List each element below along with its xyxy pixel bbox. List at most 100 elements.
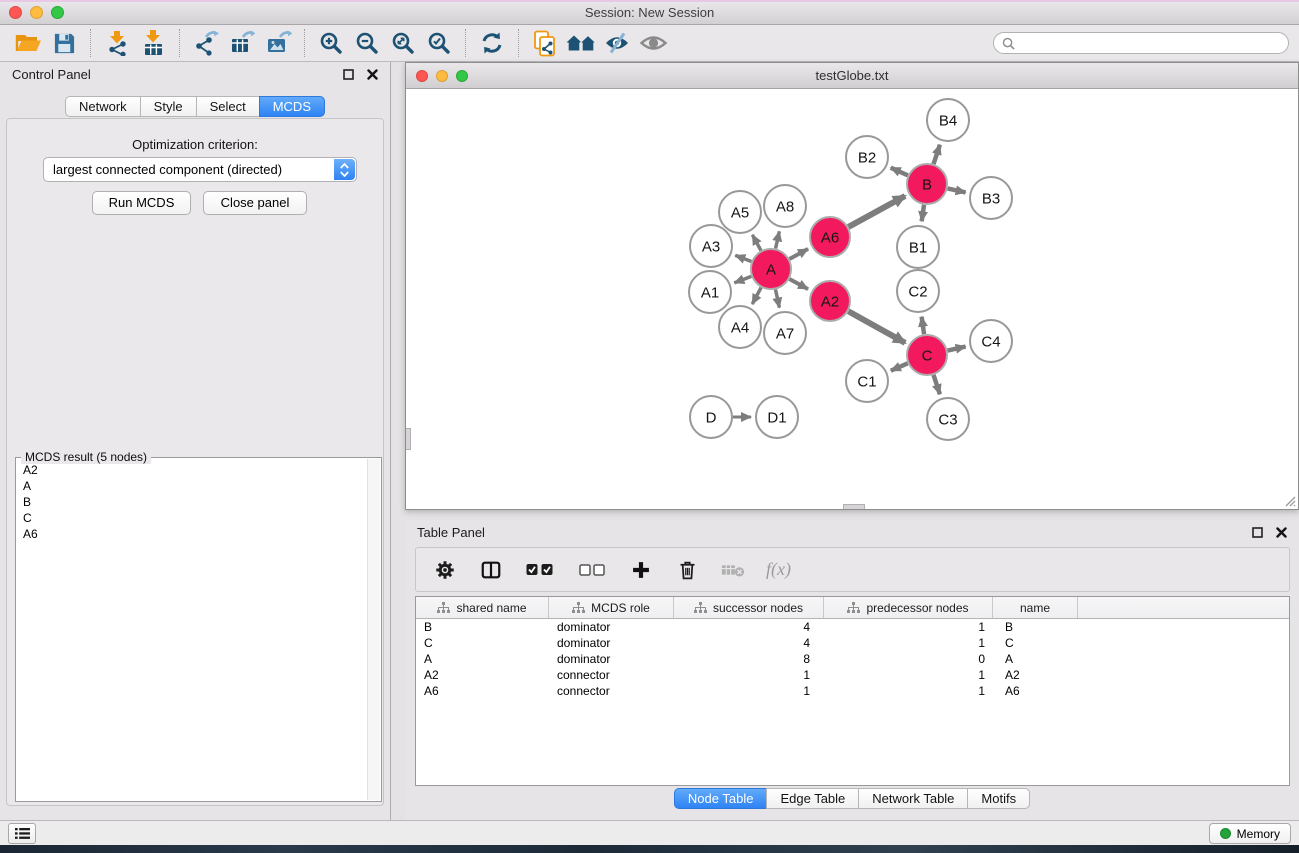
function-builder-button[interactable]: f(x) (766, 559, 791, 580)
graph-node-A4[interactable]: A4 (719, 306, 761, 348)
graph-edge-B-B1[interactable] (922, 205, 924, 221)
graph-edge-C-C2[interactable] (922, 317, 924, 334)
mcds-result-item[interactable]: B (17, 494, 366, 510)
close-panel-icon[interactable] (1276, 527, 1287, 538)
zoom-out-button[interactable] (349, 27, 385, 59)
zoom-in-button[interactable] (313, 27, 349, 59)
network-canvas[interactable]: B4B2BB3A8A5A6B1A3AA1C2A2A4A7C4CC1C3DD1 (406, 89, 1298, 509)
zoom-window-button[interactable] (51, 6, 64, 19)
split-panel-button[interactable] (478, 557, 504, 583)
duplicate-network-button[interactable] (527, 27, 563, 59)
minimize-window-button[interactable] (30, 6, 43, 19)
graph-node-B2[interactable]: B2 (846, 136, 888, 178)
graph-node-D[interactable]: D (690, 396, 732, 438)
table-row[interactable]: A2connector11A2 (416, 667, 1289, 683)
save-session-button[interactable] (46, 27, 82, 59)
criterion-select[interactable]: largest connected component (directed) (43, 157, 357, 182)
network-close-button[interactable] (416, 70, 428, 82)
graph-node-C2[interactable]: C2 (897, 270, 939, 312)
graph-edge-A-A7[interactable] (775, 290, 779, 308)
column-header-predecessor-nodes[interactable]: predecessor nodes (824, 597, 993, 618)
table-settings-button[interactable] (432, 557, 458, 583)
hide-selected-button[interactable] (599, 27, 635, 59)
graph-node-A5[interactable]: A5 (719, 191, 761, 233)
import-network-button[interactable] (99, 27, 135, 59)
graph-edge-A-A5[interactable] (752, 235, 761, 251)
graph-node-B1[interactable]: B1 (897, 226, 939, 268)
tab-network[interactable]: Network (65, 96, 141, 117)
delete-column-button[interactable] (674, 557, 700, 583)
import-table-button[interactable] (135, 27, 171, 59)
graph-node-C[interactable]: C (907, 335, 947, 375)
graph-edge-A6-B[interactable] (848, 196, 905, 227)
graph-node-A1[interactable]: A1 (689, 271, 731, 313)
graph-edge-A-A2[interactable] (789, 279, 808, 289)
search-input[interactable] (1015, 35, 1280, 51)
tab-mcds[interactable]: MCDS (259, 96, 325, 117)
task-history-button[interactable] (8, 823, 36, 844)
table-row[interactable]: Adominator80A (416, 651, 1289, 667)
tab-motifs[interactable]: Motifs (967, 788, 1030, 809)
column-header-successor-nodes[interactable]: successor nodes (674, 597, 824, 618)
delete-table-button[interactable] (720, 557, 746, 583)
graph-edge-A-A4[interactable] (752, 288, 761, 305)
table-row[interactable]: Bdominator41B (416, 619, 1289, 635)
graph-node-C4[interactable]: C4 (970, 320, 1012, 362)
float-panel-icon[interactable] (343, 69, 354, 80)
graph-node-C3[interactable]: C3 (927, 398, 969, 440)
graph-node-B3[interactable]: B3 (970, 177, 1012, 219)
close-window-button[interactable] (9, 6, 22, 19)
graph-edge-C-C4[interactable] (948, 347, 966, 351)
column-header-mcds-role[interactable]: MCDS role (549, 597, 674, 618)
open-session-button[interactable] (10, 27, 46, 59)
tab-network-table[interactable]: Network Table (858, 788, 968, 809)
graph-node-A[interactable]: A (751, 249, 791, 289)
column-header-shared-name[interactable]: shared name (416, 597, 549, 618)
zoom-fit-button[interactable] (385, 27, 421, 59)
graph-edge-B-B2[interactable] (891, 168, 908, 176)
graph-node-A6[interactable]: A6 (810, 217, 850, 257)
tab-select[interactable]: Select (196, 96, 260, 117)
network-window-titlebar[interactable]: testGlobe.txt (406, 63, 1298, 89)
west-splitter-handle[interactable] (406, 428, 411, 450)
tab-edge-table[interactable]: Edge Table (766, 788, 859, 809)
memory-button[interactable]: Memory (1209, 823, 1291, 844)
graph-edge-A-A1[interactable] (734, 276, 751, 282)
graph-node-D1[interactable]: D1 (756, 396, 798, 438)
mcds-result-item[interactable]: C (17, 510, 366, 526)
mcds-result-item[interactable]: A (17, 478, 366, 494)
graph-node-A3[interactable]: A3 (690, 225, 732, 267)
resize-grip-icon[interactable] (1282, 493, 1296, 507)
graph-edge-A-A3[interactable] (735, 255, 751, 261)
tab-node-table[interactable]: Node Table (674, 788, 768, 809)
graph-node-B[interactable]: B (907, 164, 947, 204)
zoom-selected-button[interactable] (421, 27, 457, 59)
float-panel-icon[interactable] (1252, 527, 1263, 538)
show-all-button[interactable] (635, 27, 671, 59)
graph-edge-C-C1[interactable] (891, 363, 908, 370)
graph-node-B4[interactable]: B4 (927, 99, 969, 141)
search-field[interactable] (993, 32, 1289, 54)
apply-layout-button[interactable] (563, 27, 599, 59)
export-network-button[interactable] (188, 27, 224, 59)
graph-node-A2[interactable]: A2 (810, 281, 850, 321)
tab-style[interactable]: Style (140, 96, 197, 117)
close-panel-icon[interactable] (367, 69, 378, 80)
south-splitter-handle[interactable] (843, 504, 865, 509)
graph-edge-A2-C[interactable] (848, 311, 905, 343)
graph-edge-B-B4[interactable] (934, 145, 940, 164)
select-all-button[interactable] (524, 557, 556, 583)
graph-edge-B-B3[interactable] (948, 188, 966, 192)
graph-node-C1[interactable]: C1 (846, 360, 888, 402)
refresh-button[interactable] (474, 27, 510, 59)
graph-edge-A-A8[interactable] (776, 231, 780, 248)
result-scrollbar[interactable] (367, 459, 380, 800)
mcds-result-item[interactable]: A2 (17, 462, 366, 478)
network-zoom-button[interactable] (456, 70, 468, 82)
add-column-button[interactable] (628, 557, 654, 583)
export-image-button[interactable] (260, 27, 296, 59)
mcds-result-item[interactable]: A6 (17, 526, 366, 542)
graph-edge-C-C3[interactable] (934, 375, 940, 394)
graph-edge-A-A6[interactable] (789, 249, 808, 259)
table-row[interactable]: Cdominator41C (416, 635, 1289, 651)
